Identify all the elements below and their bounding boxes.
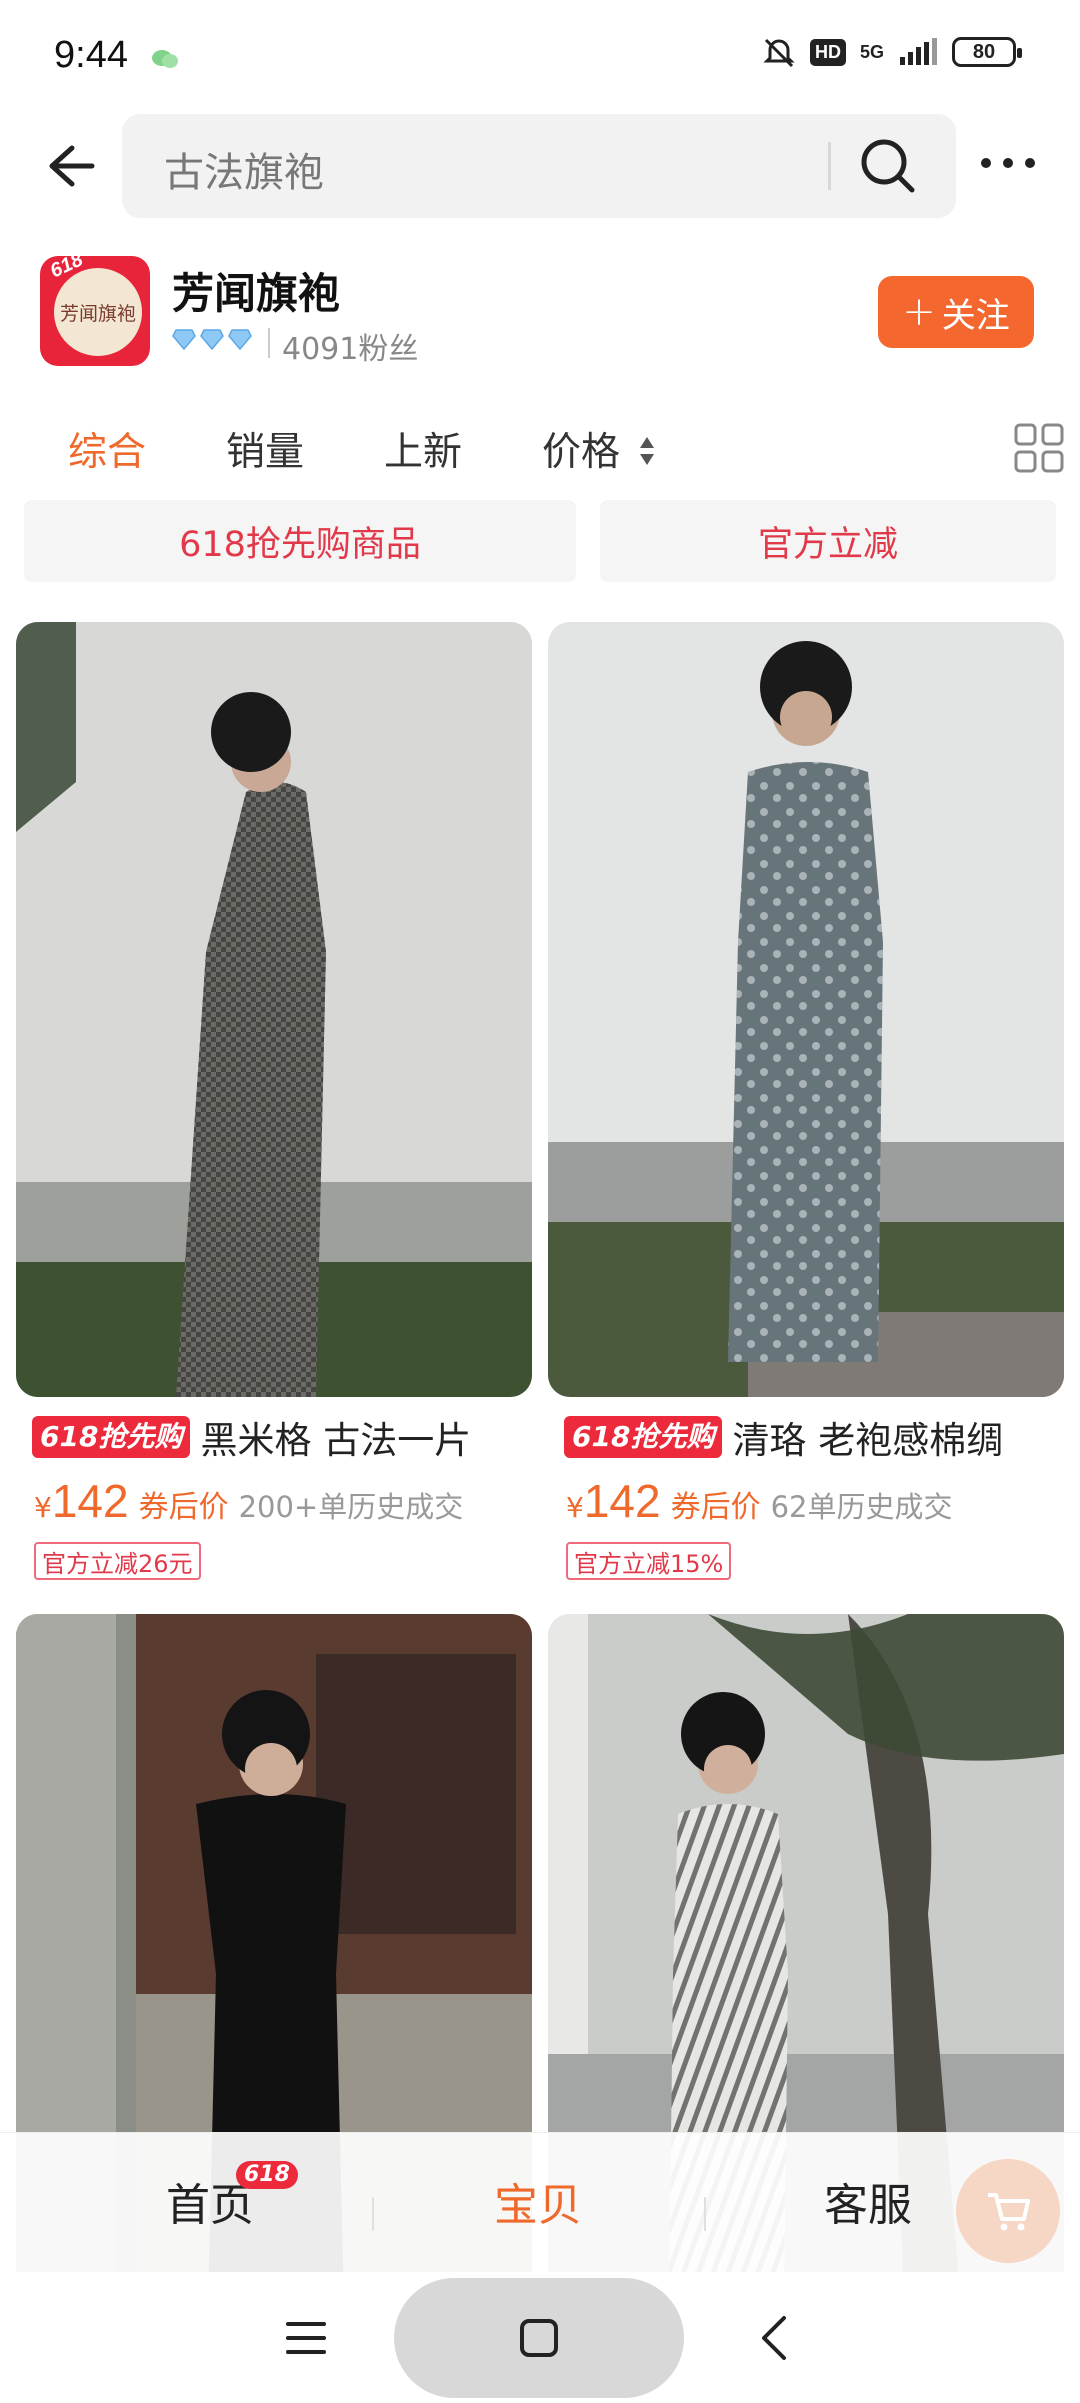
plus-icon: + xyxy=(902,289,936,335)
sort-tab-price[interactable]: 价格 xyxy=(542,421,656,477)
network-type: 5G xyxy=(859,42,884,62)
sort-arrows-icon xyxy=(640,436,655,465)
discount-badge: 官方立减15% xyxy=(566,1542,732,1580)
filter-chips: 618抢先购商品 官方立减 xyxy=(0,500,1080,584)
sort-bar: 综合 销量 上新 价格 xyxy=(0,405,1080,485)
diamond-icon xyxy=(200,329,224,350)
back-chevron-icon[interactable] xyxy=(754,2314,794,2362)
shop-tab-bar: 首页 618 宝贝 客服 xyxy=(0,2132,1080,2272)
chip-official-discount[interactable]: 官方立减 xyxy=(600,500,1056,582)
product-title[interactable]: 618抢先购 黑米格 古法一片 xyxy=(32,1412,532,1462)
search-query: 古法旗袍 xyxy=(164,150,324,196)
product-image[interactable] xyxy=(548,622,1064,1397)
menu-icon[interactable] xyxy=(286,2320,326,2356)
home-button[interactable] xyxy=(394,2278,684,2398)
sort-tab-sales[interactable]: 销量 xyxy=(226,421,304,477)
sold-count: 62单历史成交 xyxy=(770,1490,953,1524)
product-image[interactable] xyxy=(16,622,532,1397)
mute-bell-icon xyxy=(763,38,795,68)
tab-separator xyxy=(704,2197,706,2231)
shop-tab-items[interactable]: 宝贝 xyxy=(494,2169,582,2233)
product-title-text: 黑米格 古法一片 xyxy=(200,1419,472,1462)
search-divider xyxy=(828,142,831,190)
search-header: 古法旗袍 xyxy=(0,112,1080,224)
promo-tag: 618抢先购 xyxy=(564,1416,723,1458)
product-card[interactable]: 618抢先购 黑米格 古法一片 ¥ 142 券后价 200+单历史成交 官方立减… xyxy=(16,622,532,1580)
product-title-text: 清珞 老袍感棉绸 xyxy=(732,1419,1004,1462)
tab-separator xyxy=(372,2197,374,2231)
sort-tab-price-label: 价格 xyxy=(542,430,621,475)
product-card[interactable]: 618抢先购 清珞 老袍感棉绸 ¥ 142 券后价 62单历史成交 官方立减15… xyxy=(548,622,1064,1580)
store-logo-text: 芳闻旗袍 xyxy=(60,303,136,325)
price-note: 券后价 xyxy=(138,1490,229,1525)
chip-618-presale[interactable]: 618抢先购商品 xyxy=(24,500,576,582)
follow-button[interactable]: + 关注 xyxy=(878,276,1034,348)
sort-tab-overall[interactable]: 综合 xyxy=(68,421,146,477)
price-currency: ¥ xyxy=(566,1491,584,1524)
search-input[interactable]: 古法旗袍 xyxy=(122,114,956,218)
more-dots-icon[interactable] xyxy=(978,148,1038,178)
status-icons: HD 5G 80 xyxy=(762,36,1022,68)
status-time: 9:44 xyxy=(54,34,128,76)
store-logo[interactable]: 芳闻旗袍 618 xyxy=(36,248,158,370)
home-618-badge: 618 xyxy=(236,2161,298,2189)
system-nav-bar xyxy=(0,2272,1080,2403)
store-level xyxy=(172,328,252,350)
status-bar: 9:44 HD 5G 80 xyxy=(0,0,1080,112)
store-name[interactable]: 芳闻旗袍 xyxy=(172,260,340,321)
cart-icon xyxy=(988,2193,1030,2231)
fans-count: 4091粉丝 xyxy=(282,332,419,367)
home-square-icon xyxy=(520,2319,558,2357)
grid-view-icon[interactable] xyxy=(1014,423,1064,473)
price-row: ¥ 142 券后价 200+单历史成交 xyxy=(34,1474,463,1528)
product-title[interactable]: 618抢先购 清珞 老袍感棉绸 xyxy=(564,1412,1064,1462)
price-note: 券后价 xyxy=(670,1490,761,1525)
cart-button[interactable] xyxy=(956,2159,1060,2263)
price-currency: ¥ xyxy=(34,1491,52,1524)
diamond-icon xyxy=(172,329,196,350)
wechat-notification-icon xyxy=(152,50,178,68)
follow-label: 关注 xyxy=(941,295,1010,336)
price-row: ¥ 142 券后价 62单历史成交 xyxy=(566,1474,952,1528)
sold-count: 200+单历史成交 xyxy=(238,1490,464,1524)
discount-badge: 官方立减26元 xyxy=(34,1542,201,1580)
battery-icon: 80 xyxy=(952,37,1022,67)
shop-tab-service[interactable]: 客服 xyxy=(824,2169,912,2233)
sort-tab-new[interactable]: 上新 xyxy=(384,421,462,477)
back-arrow-icon[interactable] xyxy=(38,134,102,198)
price-value: 142 xyxy=(51,1475,129,1527)
store-header: 芳闻旗袍 618 芳闻旗袍 4091粉丝 + 关注 xyxy=(0,240,1080,370)
price-value: 142 xyxy=(583,1475,661,1527)
hd-badge: HD xyxy=(809,38,846,66)
search-icon[interactable] xyxy=(856,134,920,198)
store-separator xyxy=(268,328,270,358)
signal-icon xyxy=(900,38,937,65)
promo-tag: 618抢先购 xyxy=(32,1416,191,1458)
diamond-icon xyxy=(228,329,252,350)
